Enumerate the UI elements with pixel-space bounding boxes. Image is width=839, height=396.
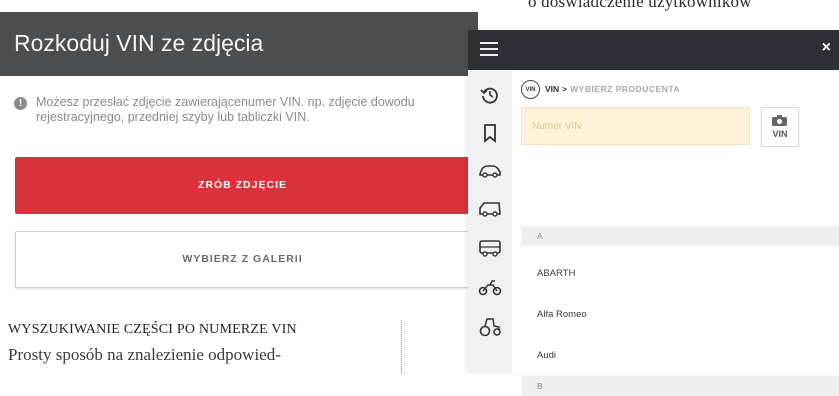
take-photo-button[interactable]: ZRÓB ZDJĘCIE (15, 157, 470, 214)
magazine-top-text: o doświadczenie użytkowników (528, 0, 752, 11)
article-body: Prosty sposób na znalezienie odpowied- (8, 345, 281, 364)
tractor-icon[interactable] (468, 316, 512, 338)
vehicle-type-rail (468, 70, 513, 373)
bookmark-icon[interactable] (468, 122, 512, 144)
vin-photo-screen: Rozkoduj VIN ze zdjęcia ! Możesz przesła… (0, 12, 478, 297)
vin-field[interactable] (521, 107, 750, 145)
list-item[interactable]: Audi (537, 350, 556, 361)
info-icon: ! (14, 97, 27, 110)
motorcycle-icon[interactable] (468, 277, 512, 297)
bus-icon[interactable] (468, 238, 512, 258)
content-area: VIN VIN>WYBIERZ PRODUCENTA VIN A ABARTH … (512, 70, 839, 396)
manufacturer-select-screen: × VIN VIN > WYBIERZ PRODUCENTA Numer VIN… (468, 30, 839, 396)
van-icon[interactable] (468, 199, 512, 219)
list-item[interactable]: ABARTH (537, 268, 575, 279)
vin-scan-button[interactable]: VIN (761, 107, 799, 147)
car-icon[interactable] (468, 162, 512, 180)
page-title: Rozkoduj VIN ze zdjęcia (14, 30, 264, 56)
breadcrumb-current[interactable]: VIN (545, 84, 559, 94)
top-bar: × (468, 30, 839, 70)
section-header-b: B (521, 376, 839, 396)
app-header: Rozkoduj VIN ze zdjęcia (0, 12, 478, 76)
article-heading: WYSZUKIWANIE CZĘŚCI PO NUMERZE VIN (8, 322, 297, 337)
column-divider (401, 320, 402, 373)
vin-scan-label: VIN (772, 129, 788, 139)
vin-input[interactable] (522, 108, 749, 144)
vin-badge-icon: VIN (521, 80, 540, 99)
list-item[interactable]: Alfa Romeo (537, 309, 587, 320)
history-icon[interactable] (468, 84, 512, 106)
info-text: Możesz przesłać zdjęcie zawierającenumer… (36, 95, 415, 124)
close-icon[interactable]: × (822, 39, 831, 57)
section-header-a: A (521, 226, 839, 246)
breadcrumb-separator: > (562, 84, 568, 94)
choose-from-gallery-button[interactable]: WYBIERZ Z GALERII (15, 231, 470, 288)
camera-icon (772, 115, 787, 126)
breadcrumb-next: WYBIERZ PRODUCENTA (570, 84, 681, 94)
menu-icon[interactable] (480, 42, 498, 58)
